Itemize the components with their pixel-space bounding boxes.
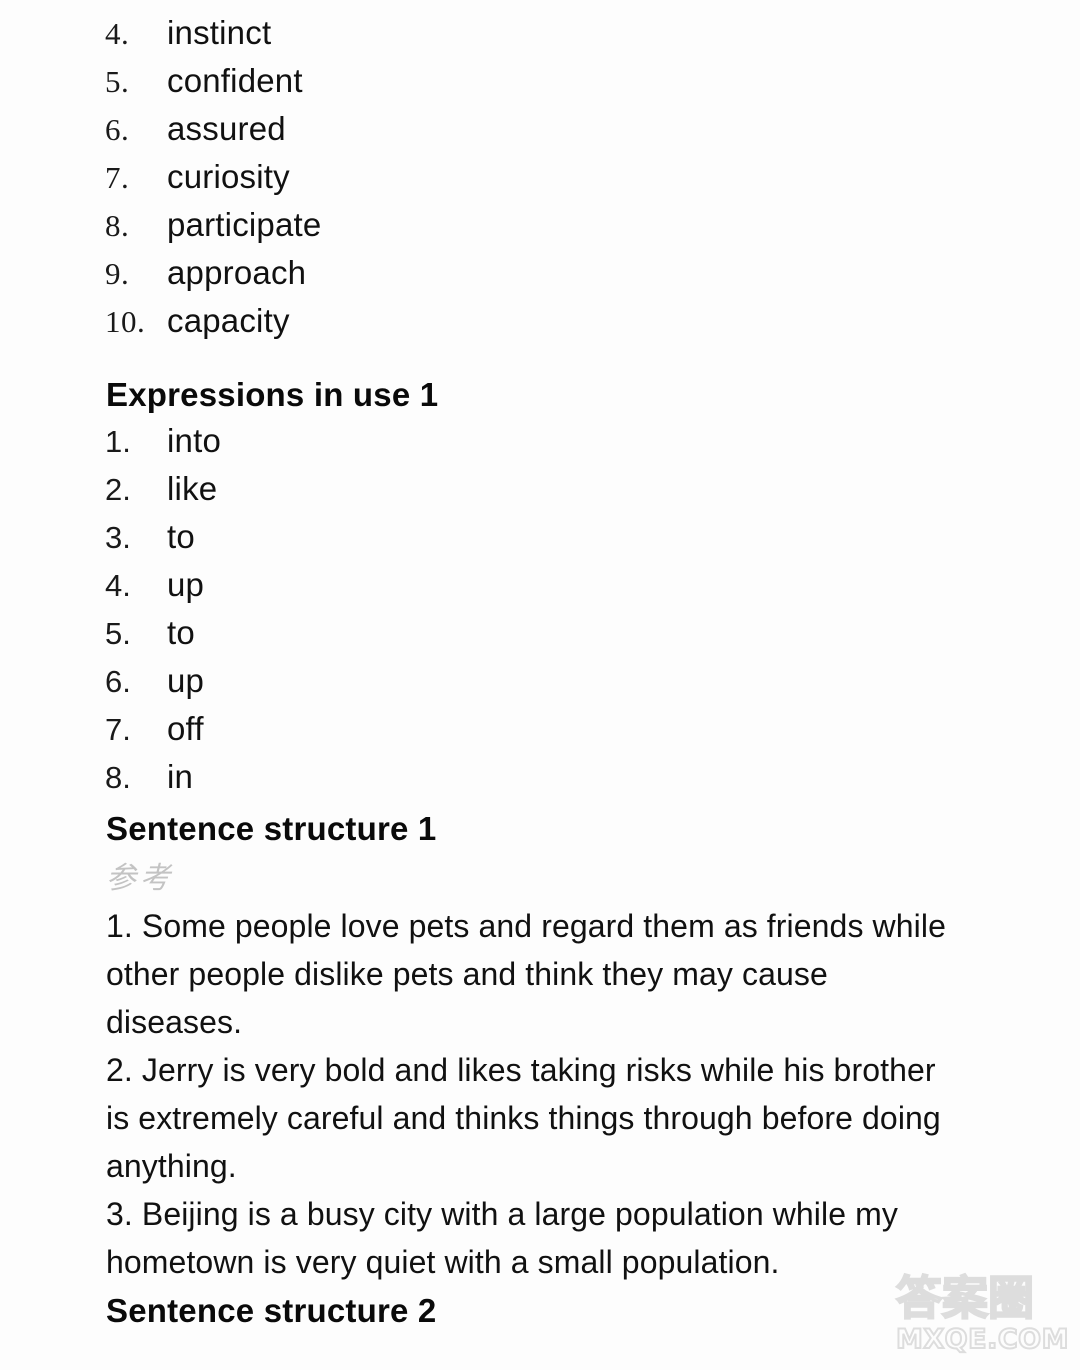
list-item-word: curiosity bbox=[167, 158, 290, 195]
list-item: 6. up bbox=[105, 662, 625, 710]
list-item: 1. into bbox=[105, 422, 625, 470]
list-item-number: 1. bbox=[105, 424, 131, 459]
list-item-word: assured bbox=[167, 110, 286, 147]
list-item: 4. instinct bbox=[105, 14, 625, 62]
list-item: 3. to bbox=[105, 518, 625, 566]
list-item: 5. to bbox=[105, 614, 625, 662]
list-item: 4. up bbox=[105, 566, 625, 614]
section-heading-sentence-structure-1: Sentence structure 1 bbox=[106, 810, 437, 847]
section-heading-sentence-structure-2: Sentence structure 2 bbox=[106, 1292, 437, 1329]
list-item-word: to bbox=[167, 518, 195, 555]
list-item-word: up bbox=[167, 662, 205, 699]
list-item: 2. like bbox=[105, 470, 625, 518]
list-item: 10. capacity bbox=[105, 302, 625, 350]
list-item-word: approach bbox=[167, 254, 307, 291]
answer-paragraph: 2. Jerry is very bold and likes taking r… bbox=[106, 1052, 941, 1184]
list-item-number: 10. bbox=[105, 304, 146, 339]
list-item-number: 8. bbox=[105, 208, 130, 243]
list-item-number: 2. bbox=[105, 472, 131, 507]
list-item-number: 5. bbox=[105, 64, 130, 99]
site-watermark: 答案圈 MXQE.COM bbox=[895, 1271, 1074, 1368]
list-item-word: up bbox=[167, 566, 205, 603]
list-item: 5. confident bbox=[105, 62, 625, 110]
reference-note: 参考 bbox=[106, 861, 174, 896]
answer-paragraph: 3. Beijing is a busy city with a large p… bbox=[106, 1196, 898, 1280]
list-item-number: 6. bbox=[105, 664, 131, 699]
list-item-number: 3. bbox=[105, 520, 131, 555]
list-item: 6. assured bbox=[105, 110, 625, 158]
list-item: 7. curiosity bbox=[105, 158, 625, 206]
list-item: 9. approach bbox=[105, 254, 625, 302]
list-item-word: instinct bbox=[167, 14, 272, 51]
list-item-number: 5. bbox=[105, 616, 131, 651]
list-item-word: participate bbox=[167, 206, 322, 243]
list-item-word: confident bbox=[167, 62, 303, 99]
list-item-number: 9. bbox=[105, 256, 130, 291]
vocabulary-answer-list: 4. instinct 5. confident 6. assured 7. c… bbox=[105, 14, 625, 350]
list-item-word: off bbox=[167, 710, 204, 747]
expressions-answer-list: 1. into 2. like 3. to 4. up 5. to 6. up … bbox=[105, 422, 625, 806]
list-item: 7. off bbox=[105, 710, 625, 758]
list-item: 8. participate bbox=[105, 206, 625, 254]
answer-paragraph: 1. Some people love pets and regard them… bbox=[106, 908, 946, 1040]
list-item-number: 4. bbox=[105, 16, 130, 51]
watermark-url-text: MXQE.COM bbox=[895, 1323, 1069, 1356]
list-item-number: 7. bbox=[105, 160, 130, 195]
list-item-word: in bbox=[167, 758, 194, 795]
list-item-number: 8. bbox=[105, 760, 131, 795]
sentence-structure-1-answers: 1. Some people love pets and regard them… bbox=[106, 902, 956, 1286]
list-item: 8. in bbox=[105, 758, 625, 806]
list-item-word: into bbox=[167, 422, 222, 459]
section-heading-expressions-in-use-1: Expressions in use 1 bbox=[106, 376, 439, 413]
list-item-word: to bbox=[167, 614, 195, 651]
document-page: 4. instinct 5. confident 6. assured 7. c… bbox=[0, 0, 1080, 1370]
list-item-number: 6. bbox=[105, 112, 130, 147]
list-item-number: 7. bbox=[105, 712, 131, 747]
list-item-word: like bbox=[167, 470, 218, 507]
list-item-word: capacity bbox=[167, 302, 290, 339]
list-item-number: 4. bbox=[105, 568, 131, 603]
